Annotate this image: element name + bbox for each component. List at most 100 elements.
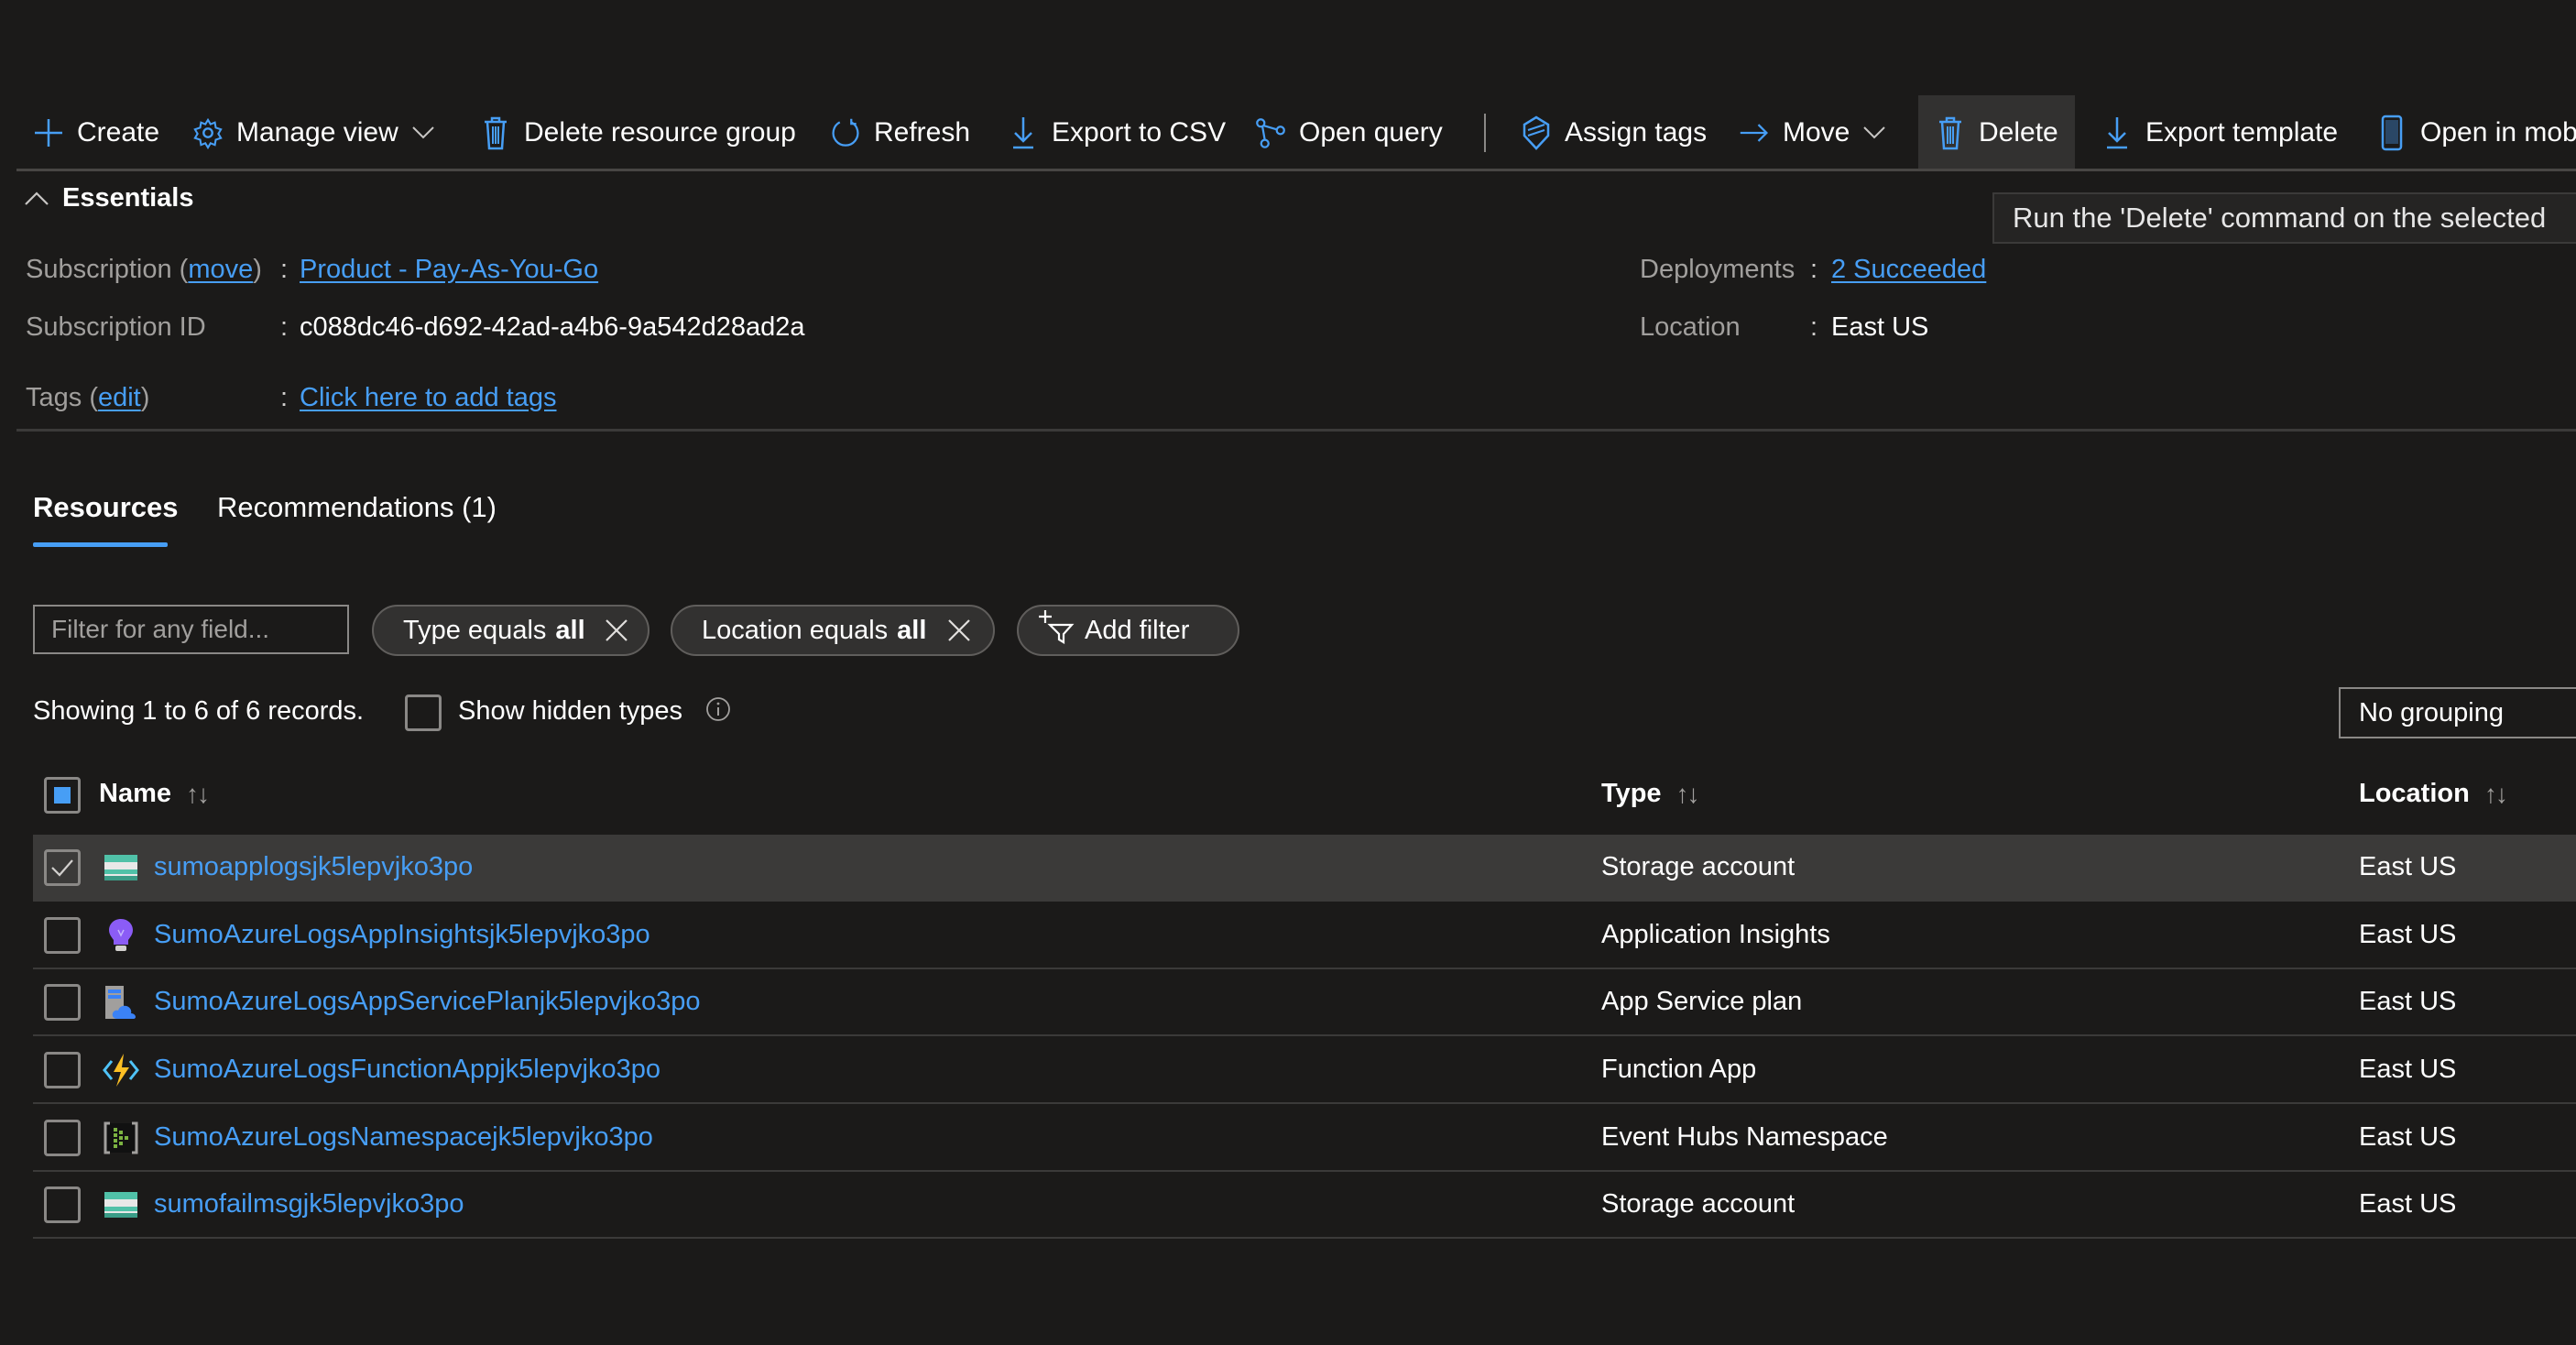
export-to-csv-button[interactable]: Export to CSV bbox=[1008, 95, 1226, 170]
deployments-label: Deployments bbox=[1640, 255, 1796, 284]
create-button[interactable]: Create bbox=[33, 95, 159, 170]
resource-location: East US bbox=[2359, 987, 2457, 1016]
colon: : bbox=[280, 312, 289, 342]
resource-location: East US bbox=[2359, 920, 2457, 949]
resource-location: East US bbox=[2359, 1189, 2457, 1219]
refresh-icon bbox=[830, 117, 861, 148]
app-service-plan-icon bbox=[103, 984, 139, 1021]
row-checkbox[interactable] bbox=[44, 917, 81, 954]
indeterminate-mark bbox=[54, 787, 71, 804]
sort-icon: ↑↓ bbox=[186, 779, 210, 808]
column-header-type[interactable]: Type ↑↓ bbox=[1601, 779, 1700, 809]
toolbar-divider bbox=[1484, 114, 1486, 152]
subscription-id-value: c088dc46-d692-42ad-a4b6-9a542d28ad2a bbox=[300, 312, 805, 342]
resource-name-link[interactable]: sumoapplogsjk5lepvjko3po bbox=[154, 852, 473, 882]
chevron-up-icon bbox=[24, 183, 49, 213]
resource-name-link[interactable]: SumoAzureLogsAppInsightsjk5lepvjko3po bbox=[154, 920, 650, 950]
delete-button[interactable]: Delete bbox=[1918, 95, 2075, 170]
colon: : bbox=[280, 383, 289, 412]
add-tags-link[interactable]: Click here to add tags bbox=[300, 383, 556, 413]
subscription-label: Subscription (move) bbox=[26, 255, 262, 284]
resource-location: East US bbox=[2359, 852, 2457, 881]
application-insights-icon bbox=[103, 917, 139, 954]
select-all-checkbox[interactable] bbox=[44, 777, 81, 814]
gear-icon bbox=[192, 117, 224, 149]
resource-name-link[interactable]: SumoAzureLogsFunctionAppjk5lepvjko3po bbox=[154, 1055, 660, 1085]
resource-type: Application Insights bbox=[1601, 920, 1830, 949]
table-row[interactable]: sumofailmsgjk5lepvjko3po Storage account… bbox=[33, 1172, 2576, 1239]
table-row[interactable]: SumoAzureLogsAppServicePlanjk5lepvjko3po… bbox=[33, 969, 2576, 1036]
info-icon bbox=[705, 696, 731, 722]
colon: : bbox=[1810, 255, 1818, 284]
tab-resources[interactable]: Resources bbox=[33, 491, 179, 524]
active-tab-indicator bbox=[33, 542, 168, 547]
trash-icon bbox=[480, 116, 511, 150]
tags-edit-link[interactable]: edit bbox=[98, 383, 141, 412]
remove-location-filter-icon[interactable] bbox=[944, 616, 974, 645]
column-header-location[interactable]: Location ↑↓ bbox=[2359, 779, 2508, 809]
table-row[interactable]: SumoAzureLogsFunctionAppjk5lepvjko3po Fu… bbox=[33, 1037, 2576, 1104]
colon: : bbox=[280, 255, 289, 284]
row-checkbox[interactable] bbox=[44, 1052, 81, 1088]
toolbar-divider-line bbox=[16, 169, 2576, 171]
subscription-link[interactable]: Product - Pay-As-You-Go bbox=[300, 255, 598, 285]
query-icon bbox=[1255, 117, 1286, 148]
row-checkbox[interactable] bbox=[44, 849, 81, 886]
resource-location: East US bbox=[2359, 1122, 2457, 1152]
delete-tooltip: Run the 'Delete' command on the selected bbox=[1992, 192, 2576, 244]
chevron-down-icon bbox=[1862, 121, 1886, 145]
colon: : bbox=[1810, 312, 1818, 342]
resource-name-link[interactable]: SumoAzureLogsAppServicePlanjk5lepvjko3po bbox=[154, 987, 700, 1017]
table-row[interactable]: sumoapplogsjk5lepvjko3po Storage account… bbox=[33, 835, 2576, 902]
tab-recommendations[interactable]: Recommendations (1) bbox=[217, 491, 497, 524]
refresh-button[interactable]: Refresh bbox=[830, 95, 970, 170]
show-hidden-types-label: Show hidden types bbox=[458, 696, 683, 726]
table-row[interactable]: SumoAzureLogsAppInsightsjk5lepvjko3po Ap… bbox=[33, 902, 2576, 969]
deployments-link[interactable]: 2 Succeeded bbox=[1831, 255, 1986, 285]
resource-name-link[interactable]: sumofailmsgjk5lepvjko3po bbox=[154, 1189, 464, 1219]
row-checkbox[interactable] bbox=[44, 984, 81, 1021]
download-icon bbox=[2101, 117, 2133, 149]
open-query-button[interactable]: Open query bbox=[1255, 95, 1443, 170]
storage-account-icon bbox=[103, 1186, 139, 1223]
location-value: East US bbox=[1831, 312, 1929, 342]
subscription-id-label: Subscription ID bbox=[26, 312, 206, 342]
plus-icon bbox=[33, 117, 64, 148]
type-filter-pill[interactable]: Type equals all bbox=[372, 605, 649, 656]
command-bar: Create Manage view Delete resource group… bbox=[0, 95, 2576, 170]
location-filter-pill[interactable]: Location equals all bbox=[671, 605, 995, 656]
row-checkbox[interactable] bbox=[44, 1120, 81, 1156]
manage-view-button[interactable]: Manage view bbox=[192, 95, 435, 170]
move-button[interactable]: Move bbox=[1739, 95, 1886, 170]
records-count: Showing 1 to 6 of 6 records. bbox=[33, 696, 365, 726]
add-filter-button[interactable]: Add filter bbox=[1017, 605, 1239, 656]
tag-icon bbox=[1521, 115, 1552, 150]
trash-icon bbox=[1935, 116, 1966, 150]
remove-type-filter-icon[interactable] bbox=[604, 616, 629, 645]
storage-account-icon bbox=[103, 849, 139, 886]
resource-type: Function App bbox=[1601, 1055, 1757, 1084]
sort-icon: ↑↓ bbox=[2483, 779, 2508, 808]
essentials-toggle[interactable]: Essentials bbox=[24, 183, 193, 213]
table-row[interactable]: SumoAzureLogsNamespacejk5lepvjko3po Even… bbox=[33, 1105, 2576, 1172]
function-app-icon bbox=[103, 1052, 139, 1088]
sort-icon: ↑↓ bbox=[1675, 779, 1700, 808]
add-filter-icon bbox=[1039, 608, 1075, 652]
filter-input[interactable] bbox=[33, 605, 349, 654]
arrow-right-icon bbox=[1739, 117, 1770, 148]
grouping-dropdown[interactable]: No grouping bbox=[2339, 687, 2576, 738]
tags-label: Tags (edit) bbox=[26, 383, 150, 412]
show-hidden-types-checkbox[interactable] bbox=[405, 694, 442, 731]
subscription-move-link[interactable]: move bbox=[188, 255, 253, 284]
download-icon bbox=[1008, 117, 1039, 149]
column-header-name[interactable]: Name ↑↓ bbox=[99, 779, 210, 809]
resource-type: Storage account bbox=[1601, 1189, 1796, 1219]
resource-location: East US bbox=[2359, 1055, 2457, 1084]
resource-name-link[interactable]: SumoAzureLogsNamespacejk5lepvjko3po bbox=[154, 1122, 653, 1153]
row-checkbox[interactable] bbox=[44, 1186, 81, 1223]
delete-resource-group-button[interactable]: Delete resource group bbox=[480, 95, 796, 170]
assign-tags-button[interactable]: Assign tags bbox=[1521, 95, 1707, 170]
export-template-button[interactable]: Export template bbox=[2101, 95, 2338, 170]
resource-type: App Service plan bbox=[1601, 987, 1803, 1016]
open-in-mobile-button[interactable]: Open in mob bbox=[2376, 95, 2576, 170]
